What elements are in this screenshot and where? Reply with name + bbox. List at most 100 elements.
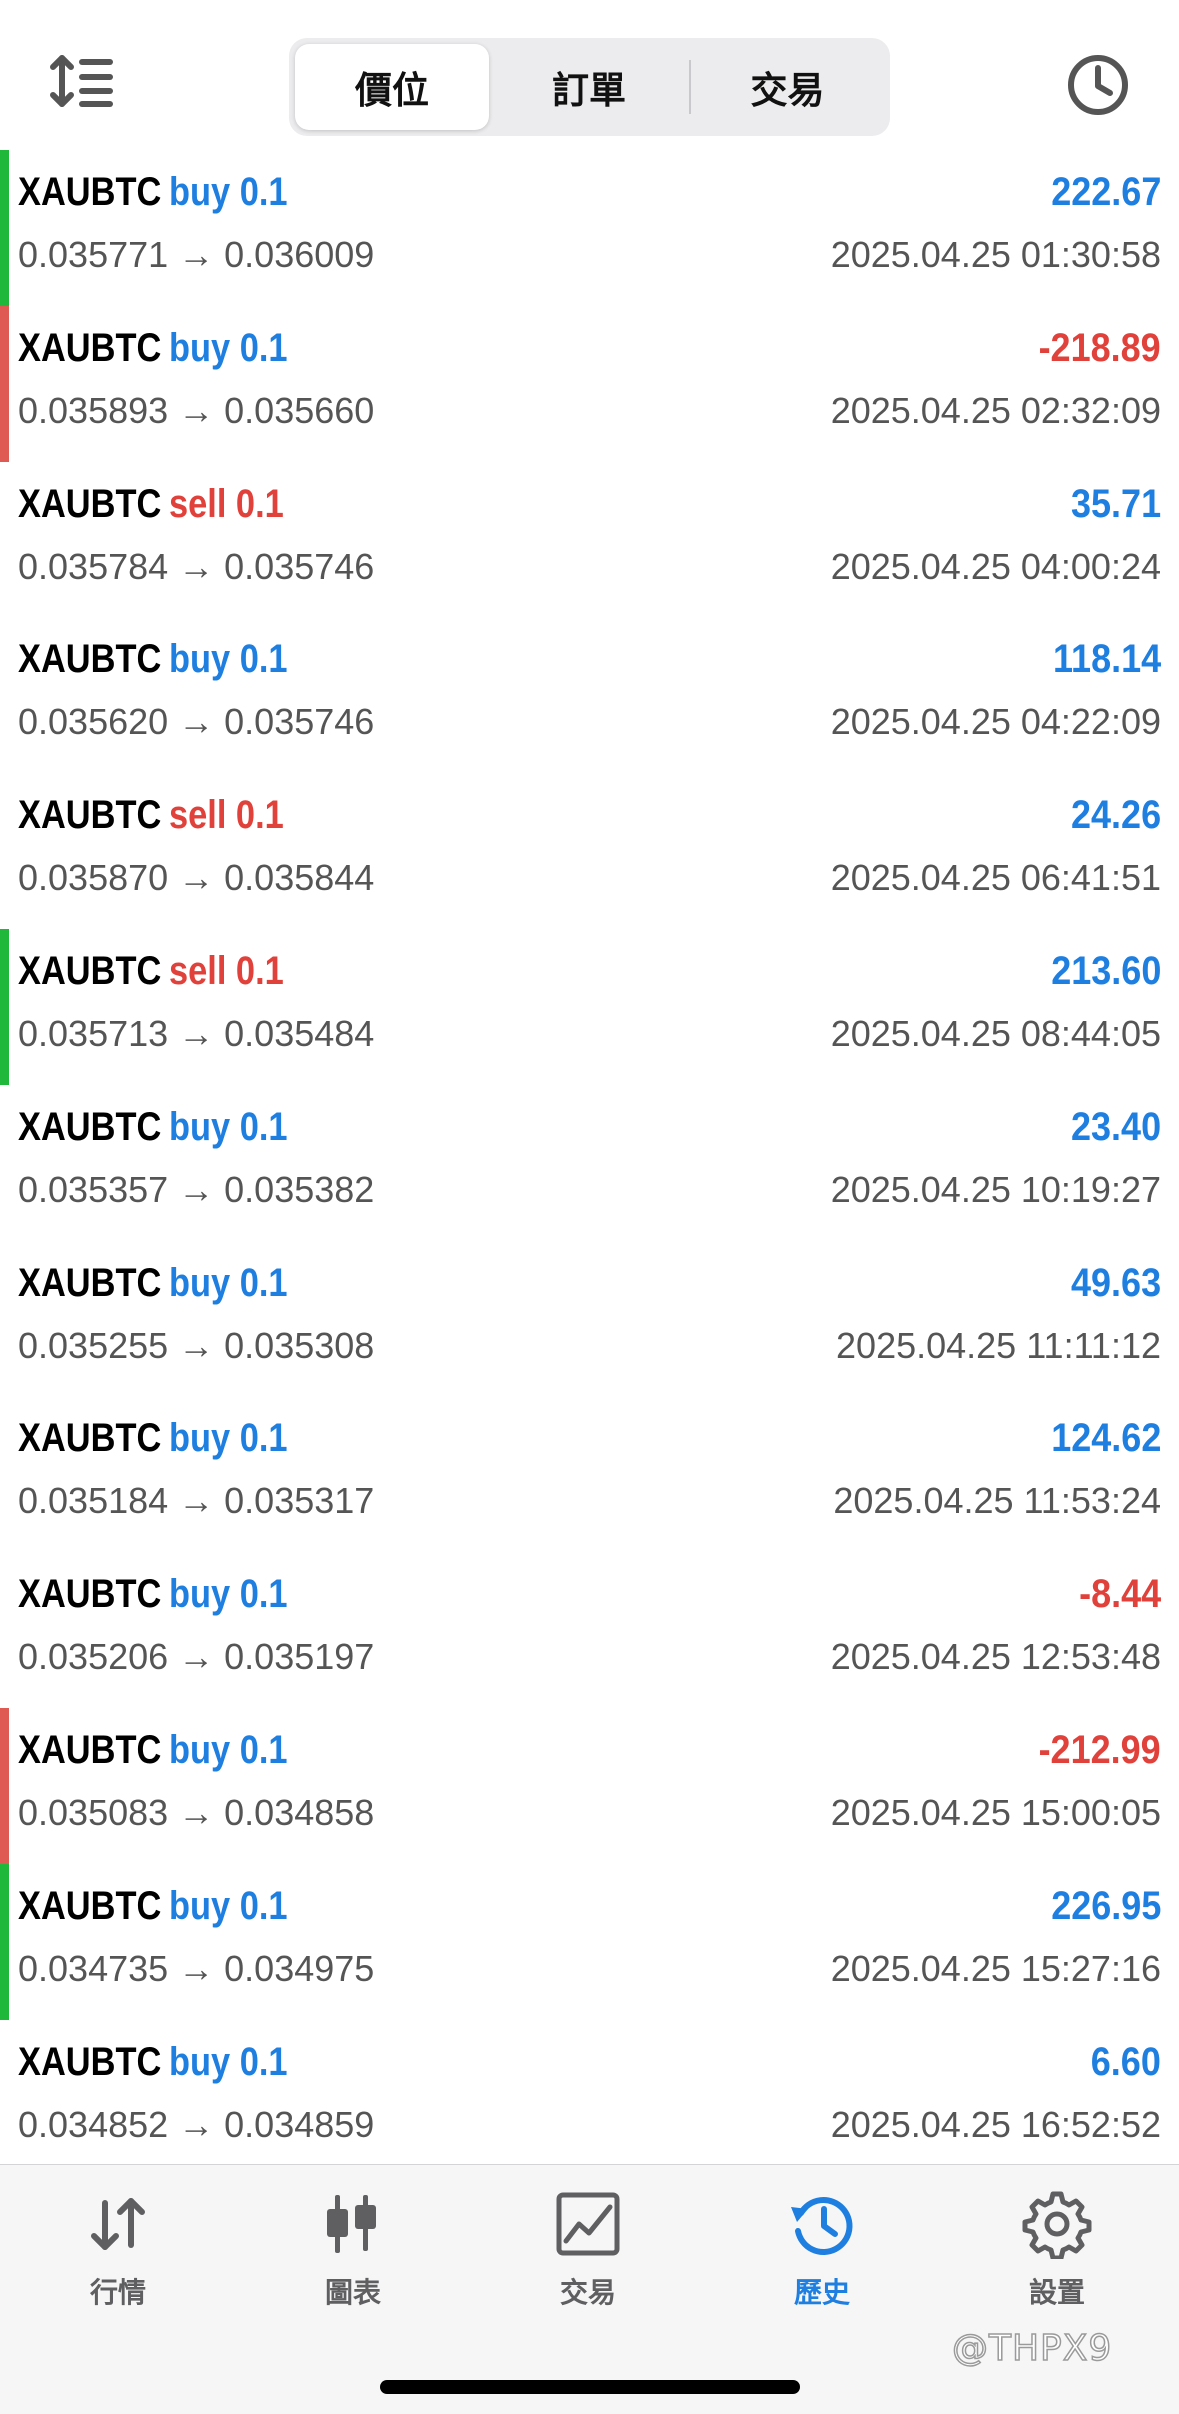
tab-chart[interactable]: 圖表 xyxy=(283,2189,423,2339)
trade-row[interactable]: XAUBTC buy 0.1 -218.89 0.035893 → 0.035660 2… xyxy=(0,305,1179,462)
trade-header: XAUBTC sell 0.1 xyxy=(18,482,284,534)
trade-side: buy 0.1 xyxy=(169,325,288,370)
trade-header: XAUBTC sell 0.1 xyxy=(18,949,284,1001)
trade-time: 2025.04.25 01:30:58 xyxy=(830,234,1161,275)
trade-profit: 6.60 xyxy=(1090,2039,1161,2084)
tab-orders[interactable]: 訂單 xyxy=(489,44,689,130)
trade-symbol: XAUBTC xyxy=(18,1104,162,1149)
tab-quotes-label: 行情 xyxy=(89,2276,146,2309)
trade-icon xyxy=(553,2189,623,2259)
trade-row[interactable]: XAUBTC buy 0.1 23.40 0.035357 → 0.035382 202… xyxy=(0,1085,1179,1241)
trade-time: 2025.04.25 02:32:09 xyxy=(830,389,1161,431)
segmented-control: 價位 訂單 交易 xyxy=(289,38,890,136)
trade-symbol: XAUBTC xyxy=(18,1416,162,1461)
trade-side: buy 0.1 xyxy=(169,1416,288,1461)
trade-row[interactable]: XAUBTC buy 0.1 -212.99 0.035083 → 0.034858 2… xyxy=(0,1707,1179,1864)
trade-time: 2025.04.25 04:00:24 xyxy=(830,545,1161,587)
tab-trade-label: 交易 xyxy=(559,2276,616,2309)
tab-chart-label: 圖表 xyxy=(324,2276,381,2309)
trade-prices: 0.035357 → 0.035382 xyxy=(18,1168,375,1210)
trade-time: 2025.04.25 15:00:05 xyxy=(830,1791,1161,1833)
trade-prices: 0.035870 → 0.035844 xyxy=(18,857,375,899)
trade-time: 2025.04.25 10:19:27 xyxy=(830,1168,1161,1210)
trade-time: 2025.04.25 16:52:52 xyxy=(830,2103,1161,2145)
tab-history[interactable]: 歷史 xyxy=(752,2189,892,2339)
trade-row[interactable]: XAUBTC buy 0.1 49.63 0.035255 → 0.035308 202… xyxy=(0,1241,1179,1397)
trade-symbol: XAUBTC xyxy=(18,1572,162,1617)
trade-header: XAUBTC buy 0.1 xyxy=(18,1260,288,1313)
trade-profit: 226.95 xyxy=(1050,1883,1161,1928)
trade-symbol: XAUBTC xyxy=(18,170,162,214)
trade-row[interactable]: XAUBTC buy 0.1 118.14 0.035620 → 0.035746 20… xyxy=(0,617,1179,773)
trade-row[interactable]: XAUBTC sell 0.1 35.71 0.035784 → 0.035746 20… xyxy=(0,462,1179,618)
tab-history-label: 歷史 xyxy=(793,2276,850,2309)
trade-header: XAUBTC buy 0.1 xyxy=(18,170,288,222)
quotes-icon xyxy=(83,2189,153,2259)
trade-win-marker xyxy=(0,1863,9,2020)
trade-time: 2025.04.25 12:53:48 xyxy=(830,1636,1161,1678)
trade-header: XAUBTC buy 0.1 xyxy=(18,1727,288,1780)
trade-header: XAUBTC buy 0.1 xyxy=(18,1104,288,1157)
trade-header: XAUBTC sell 0.1 xyxy=(18,793,284,845)
trade-side: buy 0.1 xyxy=(169,1727,288,1772)
trade-win-marker xyxy=(0,150,9,306)
trade-side: buy 0.1 xyxy=(169,637,288,682)
trade-header: XAUBTC buy 0.1 xyxy=(18,325,288,378)
trade-time: 2025.04.25 11:53:24 xyxy=(833,1480,1161,1522)
trade-side: buy 0.1 xyxy=(169,1883,288,1928)
trade-symbol: XAUBTC xyxy=(18,1883,162,1928)
trade-symbol: XAUBTC xyxy=(18,2039,162,2084)
trade-profit: 118.14 xyxy=(1052,637,1161,682)
clock-icon[interactable] xyxy=(1066,53,1130,117)
trade-header: XAUBTC buy 0.1 xyxy=(18,1883,288,1936)
trade-prices: 0.034735 → 0.034975 xyxy=(18,1947,375,1989)
trade-profit: 23.40 xyxy=(1070,1104,1161,1149)
trade-side: sell 0.1 xyxy=(169,948,285,993)
trade-profit: 24.26 xyxy=(1070,793,1161,838)
trade-symbol: XAUBTC xyxy=(18,1727,162,1772)
trade-symbol: XAUBTC xyxy=(18,793,162,838)
trade-time: 2025.04.25 08:44:05 xyxy=(830,1012,1161,1054)
history-icon xyxy=(787,2189,857,2259)
trade-history-list[interactable]: XAUBTC buy 0.1 222.67 0.035771 → 0.036009 20… xyxy=(0,150,1179,2164)
trade-header: XAUBTC buy 0.1 xyxy=(18,1416,288,1468)
trade-profit: 222.67 xyxy=(1050,170,1161,214)
tab-quotes[interactable]: 行情 xyxy=(48,2189,188,2339)
tab-price[interactable]: 價位 xyxy=(295,44,489,130)
trade-row[interactable]: XAUBTC buy 0.1 222.67 0.035771 → 0.036009 20… xyxy=(0,150,1179,306)
trade-profit: -212.99 xyxy=(1038,1727,1161,1772)
trade-header: XAUBTC buy 0.1 xyxy=(18,1572,288,1624)
trade-symbol: XAUBTC xyxy=(18,637,162,682)
trade-side: buy 0.1 xyxy=(169,1260,288,1305)
watermark: @THPX9 xyxy=(951,2327,1113,2370)
trade-row[interactable]: XAUBTC buy 0.1 226.95 0.034735 → 0.034975 20… xyxy=(0,1863,1179,2020)
trade-prices: 0.035206 → 0.035197 xyxy=(18,1636,375,1678)
trade-loss-marker xyxy=(0,305,9,462)
trade-profit: 213.60 xyxy=(1050,948,1161,993)
trade-time: 2025.04.25 04:22:09 xyxy=(830,701,1161,743)
trade-time: 2025.04.25 11:11:12 xyxy=(836,1324,1161,1366)
tab-trade[interactable]: 交易 xyxy=(518,2189,658,2339)
trade-row[interactable]: XAUBTC buy 0.1 6.60 0.034852 → 0.034859 2025… xyxy=(0,2020,1179,2164)
trade-time: 2025.04.25 06:41:51 xyxy=(830,857,1161,899)
tab-deals[interactable]: 交易 xyxy=(691,44,884,130)
trade-prices: 0.035771 → 0.036009 xyxy=(18,234,375,275)
trade-prices: 0.035255 → 0.035308 xyxy=(18,1324,375,1366)
trade-symbol: XAUBTC xyxy=(18,1260,162,1305)
sort-icon[interactable] xyxy=(50,52,116,114)
trade-header: XAUBTC buy 0.1 xyxy=(18,637,288,689)
trade-row[interactable]: XAUBTC buy 0.1 -8.44 0.035206 → 0.035197 202… xyxy=(0,1552,1179,1708)
trade-row[interactable]: XAUBTC sell 0.1 213.60 0.035713 → 0.035484 2… xyxy=(0,928,1179,1085)
bottom-tab-bar: 行情 圖表 交易 歷史 設置 xyxy=(0,2164,1179,2414)
trade-profit: -8.44 xyxy=(1078,1572,1161,1617)
trade-profit: 35.71 xyxy=(1070,481,1161,526)
trade-loss-marker xyxy=(0,1707,9,1864)
trade-row[interactable]: XAUBTC buy 0.1 124.62 0.035184 → 0.035317 20… xyxy=(0,1396,1179,1552)
tab-settings-label: 設置 xyxy=(1028,2276,1085,2309)
trade-side: buy 0.1 xyxy=(169,2039,288,2084)
trade-row[interactable]: XAUBTC sell 0.1 24.26 0.035870 → 0.035844 20… xyxy=(0,773,1179,929)
tab-settings[interactable]: 設置 xyxy=(987,2189,1127,2339)
settings-icon xyxy=(1022,2189,1092,2261)
trade-symbol: XAUBTC xyxy=(18,325,162,370)
trade-prices: 0.035893 → 0.035660 xyxy=(18,389,375,431)
